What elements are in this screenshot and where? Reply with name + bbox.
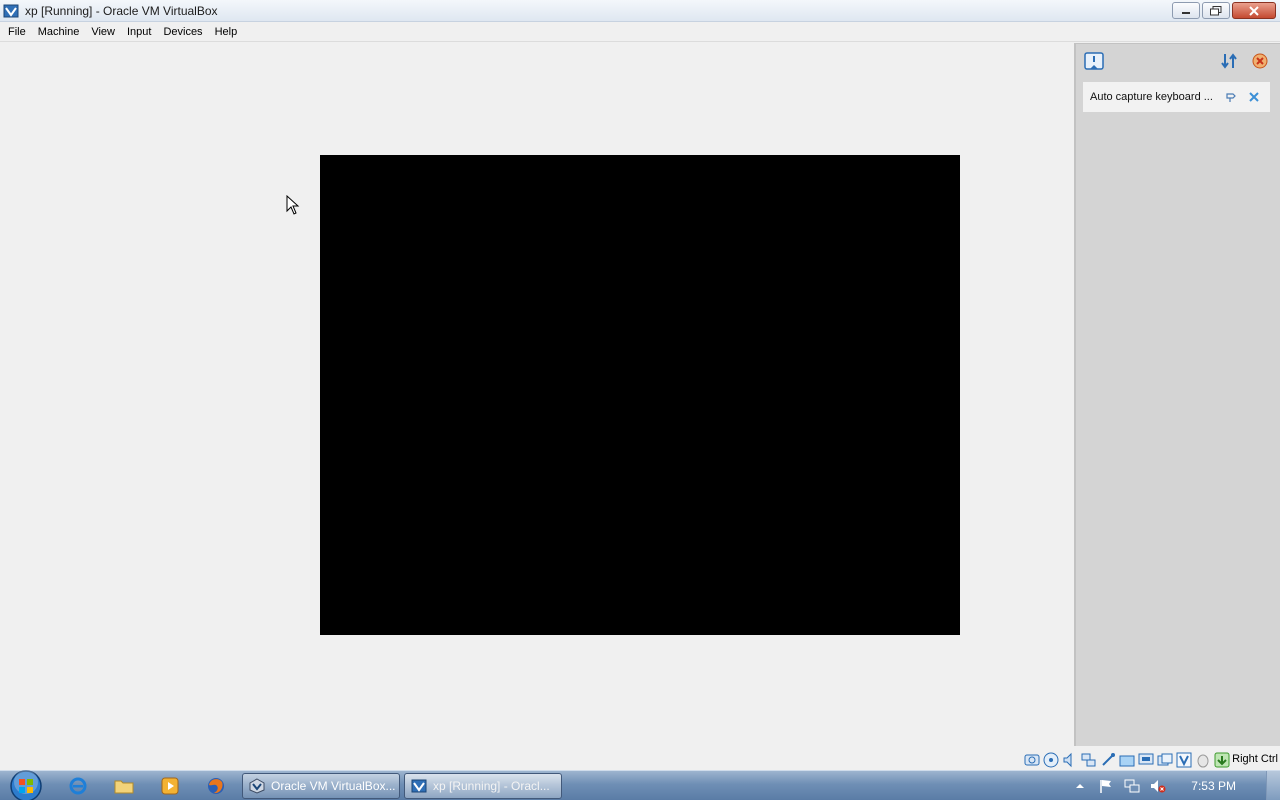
media-player-icon[interactable] <box>160 776 180 796</box>
hard-disk-icon[interactable] <box>1024 752 1040 768</box>
menu-view[interactable]: View <box>85 22 121 42</box>
notification-text: Auto capture keyboard ... <box>1090 91 1213 103</box>
usb-icon[interactable] <box>1100 752 1116 768</box>
virtualbox-icon <box>249 778 265 794</box>
show-hidden-icons-icon[interactable] <box>1072 778 1088 794</box>
display-icon[interactable] <box>1138 752 1154 768</box>
virtualbox-icon <box>411 779 427 793</box>
menu-machine[interactable]: Machine <box>32 22 86 42</box>
dont-show-again-icon[interactable] <box>1225 91 1237 103</box>
mouse-cursor-icon <box>286 195 300 215</box>
close-button[interactable] <box>1232 2 1276 19</box>
menu-help[interactable]: Help <box>209 22 244 42</box>
audio-icon[interactable] <box>1062 752 1078 768</box>
sort-notifications-icon[interactable] <box>1220 52 1238 70</box>
task-label: xp [Running] - Oracl... <box>433 779 550 793</box>
virtualization-icon[interactable] <box>1176 752 1192 768</box>
taskbar-task-vm-window[interactable]: xp [Running] - Oracl... <box>404 773 562 799</box>
window-title: xp [Running] - Oracle VM VirtualBox <box>25 3 218 18</box>
notification-center-icon[interactable] <box>1084 52 1104 72</box>
minimize-icon <box>1182 11 1190 14</box>
dismiss-notification-icon[interactable] <box>1248 91 1260 103</box>
video-capture-icon[interactable] <box>1157 752 1173 768</box>
window-title-bar[interactable]: xp [Running] - Oracle VM VirtualBox <box>0 0 1280 22</box>
close-all-notifications-icon[interactable] <box>1251 52 1269 70</box>
volume-muted-icon[interactable] <box>1150 778 1166 794</box>
task-label: Oracle VM VirtualBox... <box>271 779 396 793</box>
network-tray-icon[interactable] <box>1124 778 1140 794</box>
restore-button[interactable] <box>1202 2 1230 19</box>
taskbar-task-virtualbox-manager[interactable]: Oracle VM VirtualBox... <box>242 773 400 799</box>
restore-icon <box>1210 5 1222 15</box>
menu-input[interactable]: Input <box>121 22 157 42</box>
system-tray: 7:53 PM <box>1067 771 1266 800</box>
optical-drive-icon[interactable] <box>1043 752 1059 768</box>
vm-display-area[interactable] <box>0 42 1074 750</box>
windows-taskbar: Oracle VM VirtualBox... xp [Running] - O… <box>0 770 1280 800</box>
menu-file[interactable]: File <box>2 22 32 42</box>
network-icon[interactable] <box>1081 752 1097 768</box>
keyboard-capture-icon[interactable] <box>1214 752 1230 768</box>
vm-status-bar: Right Ctrl <box>0 750 1280 770</box>
start-button[interactable] <box>8 769 44 800</box>
shared-folders-icon[interactable] <box>1119 752 1135 768</box>
menu-bar: File Machine View Input Devices Help <box>0 22 1280 42</box>
internet-explorer-icon[interactable] <box>68 776 88 796</box>
notification-center-panel: Auto capture keyboard ... <box>1074 43 1280 746</box>
taskbar-clock[interactable]: 7:53 PM <box>1191 779 1236 793</box>
mouse-integration-icon[interactable] <box>1195 752 1211 768</box>
file-explorer-icon[interactable] <box>114 776 134 796</box>
host-key-label[interactable]: Right Ctrl <box>1232 753 1278 765</box>
close-icon <box>1249 5 1259 16</box>
firefox-icon[interactable] <box>206 776 226 796</box>
show-desktop-button[interactable] <box>1266 771 1280 800</box>
minimize-button[interactable] <box>1172 2 1200 19</box>
action-center-flag-icon[interactable] <box>1098 778 1114 794</box>
vm-screen[interactable] <box>320 155 960 635</box>
notification-item[interactable]: Auto capture keyboard ... <box>1083 82 1270 112</box>
virtualbox-icon <box>3 4 19 17</box>
menu-devices[interactable]: Devices <box>157 22 208 42</box>
